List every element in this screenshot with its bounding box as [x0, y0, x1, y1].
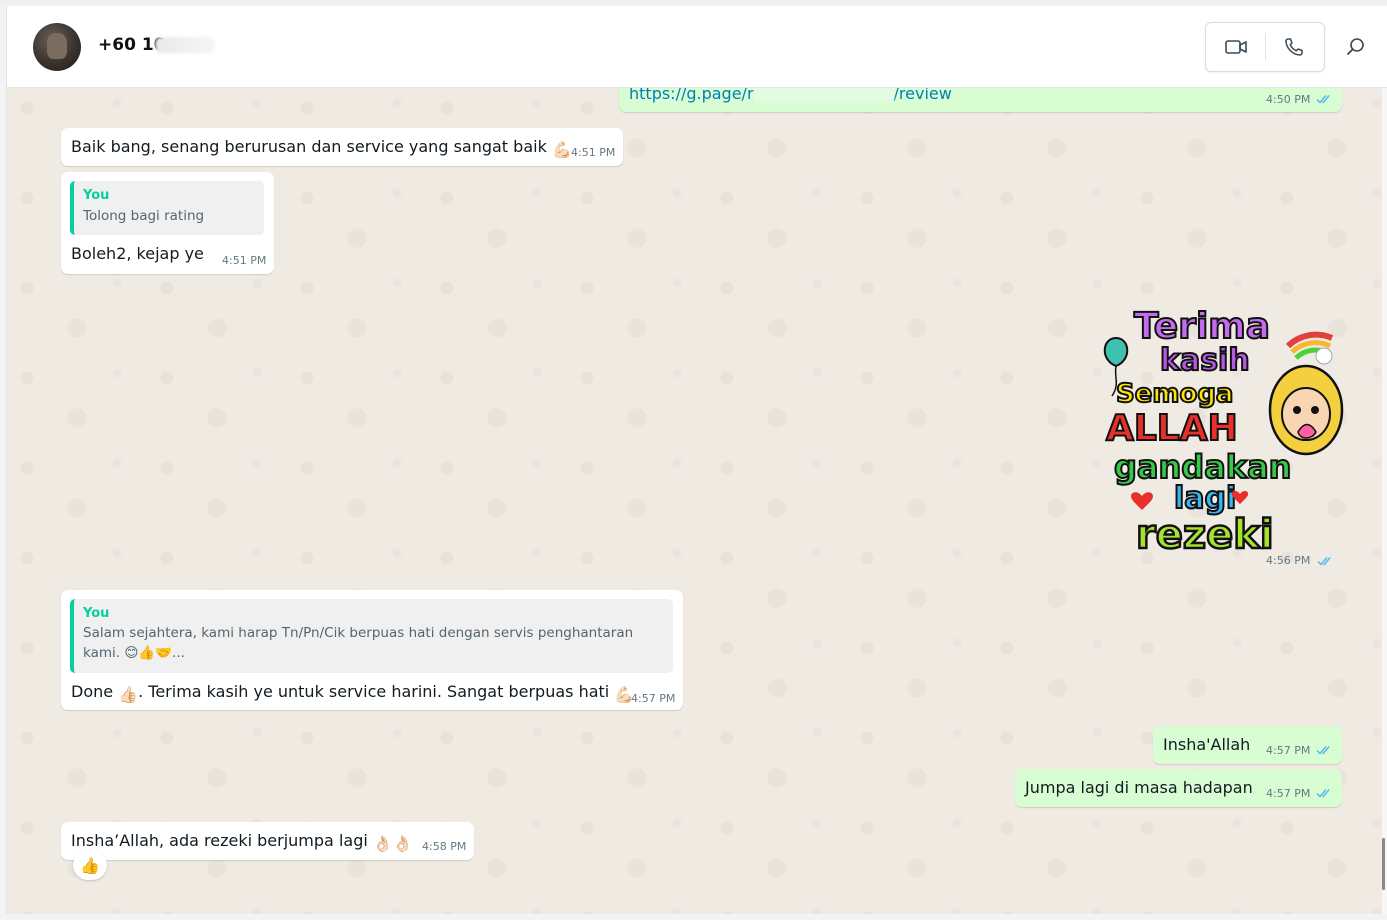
sticker-text-lagi: lagi: [1174, 481, 1236, 516]
quote-text-line1: Salam sejahtera, kami harap Tn/Pn/Cik be…: [83, 625, 634, 641]
sticker-text-semoga: Semoga: [1116, 379, 1233, 409]
double-check-icon: [1316, 95, 1330, 104]
chat-scroll-thumb[interactable]: [1382, 838, 1385, 890]
quote-author: You: [83, 606, 110, 621]
message-text: Insha’Allah, ada rezeki berjumpa lagi: [71, 831, 368, 850]
chat-scrollbar[interactable]: [1382, 88, 1387, 914]
quote-author: You: [83, 188, 110, 203]
video-camera-icon: [1225, 40, 1247, 54]
sticker-text-terima: Terima: [1134, 306, 1270, 347]
redacted-link: [753, 88, 894, 102]
contact-avatar[interactable]: [33, 23, 81, 71]
sticker-text-kasih: kasih: [1160, 343, 1250, 378]
message-time: 4:51 PM: [222, 254, 267, 267]
window-bottom-strip: [0, 914, 1387, 920]
video-call-button[interactable]: [1216, 27, 1256, 67]
ok-hand-emoji: 👌🏻👌🏻: [372, 834, 413, 853]
quoted-message[interactable]: You Tolong bagi rating: [70, 181, 264, 235]
message-text: Boleh2, kejap ye: [71, 244, 204, 263]
message-outgoing[interactable]: Insha'Allah 4:57 PM: [1153, 726, 1342, 764]
call-button-group: [1205, 22, 1325, 72]
message-outgoing[interactable]: Jumpa lagi di masa hadapan 4:57 PM: [1015, 769, 1342, 807]
sticker-text-rezeki: rezeki: [1136, 512, 1274, 554]
search-icon: [1347, 38, 1364, 55]
quote-text-line2: kami. 😊👍🤝...: [83, 645, 185, 661]
phone-icon: [1285, 38, 1303, 56]
message-text: Baik bang, senang berurusan dan service …: [71, 137, 547, 156]
review-link-start[interactable]: https://g.page/r: [629, 88, 754, 103]
sticker-text-allah: ALLAH: [1106, 408, 1238, 449]
message-time: 4:51 PM: [571, 146, 616, 159]
quoted-message[interactable]: You Salam sejahtera, kami harap Tn/Pn/Ci…: [70, 599, 673, 673]
message-text-a: Done: [71, 682, 114, 701]
flexed-biceps-emoji: 💪🏻: [551, 140, 572, 159]
message-text: Insha'Allah: [1163, 735, 1251, 754]
double-check-icon: [1316, 789, 1330, 798]
thank-you-sticker[interactable]: Terima kasih Semoga ALLAH gandakan lagi …: [1092, 298, 1348, 554]
chat-header: +60 10: [7, 7, 1387, 88]
double-check-icon: [1317, 557, 1331, 566]
search-button[interactable]: [1336, 27, 1376, 67]
thumbs-up-emoji: 👍🏻: [118, 685, 139, 704]
message-text-b: . Terima kasih ye untuk service harini. …: [138, 682, 610, 701]
quote-text: Tolong bagi rating: [83, 208, 205, 224]
message-time: 4:57 PM: [631, 692, 676, 705]
double-check-icon: [1316, 746, 1330, 755]
message-incoming[interactable]: Insha’Allah, ada rezeki berjumpa lagi 👌🏻…: [61, 822, 474, 860]
whatsapp-window: +60 10 https://g.page/r /review 4:50 PM …: [0, 0, 1387, 920]
message-reaction[interactable]: 👍: [73, 850, 107, 880]
message-time: 4:50 PM: [1266, 93, 1311, 106]
sidebar-edge: [0, 6, 7, 920]
thumbs-up-reaction-emoji: 👍: [80, 855, 100, 875]
message-incoming-reply[interactable]: You Tolong bagi rating Boleh2, kejap ye …: [61, 172, 274, 274]
message-incoming-reply[interactable]: You Salam sejahtera, kami harap Tn/Pn/Ci…: [61, 590, 683, 710]
sticker-time: 4:56 PM: [1266, 554, 1311, 567]
message-text: Jumpa lagi di masa hadapan: [1025, 778, 1253, 797]
message-time: 4:57 PM: [1266, 744, 1311, 757]
message-outgoing-link[interactable]: https://g.page/r/review 4:50 PM: [619, 88, 1342, 112]
window-top-strip: [0, 0, 1387, 6]
chat-messages-area[interactable]: https://g.page/r/review 4:50 PM Baik ban…: [7, 88, 1382, 914]
redacted-number: [155, 37, 215, 53]
voice-call-button[interactable]: [1274, 27, 1314, 67]
message-time: 4:58 PM: [422, 840, 467, 853]
review-link-end[interactable]: /review: [894, 88, 952, 103]
call-divider: [1265, 33, 1266, 61]
message-incoming[interactable]: Baik bang, senang berurusan dan service …: [61, 128, 623, 166]
message-time: 4:57 PM: [1266, 787, 1311, 800]
